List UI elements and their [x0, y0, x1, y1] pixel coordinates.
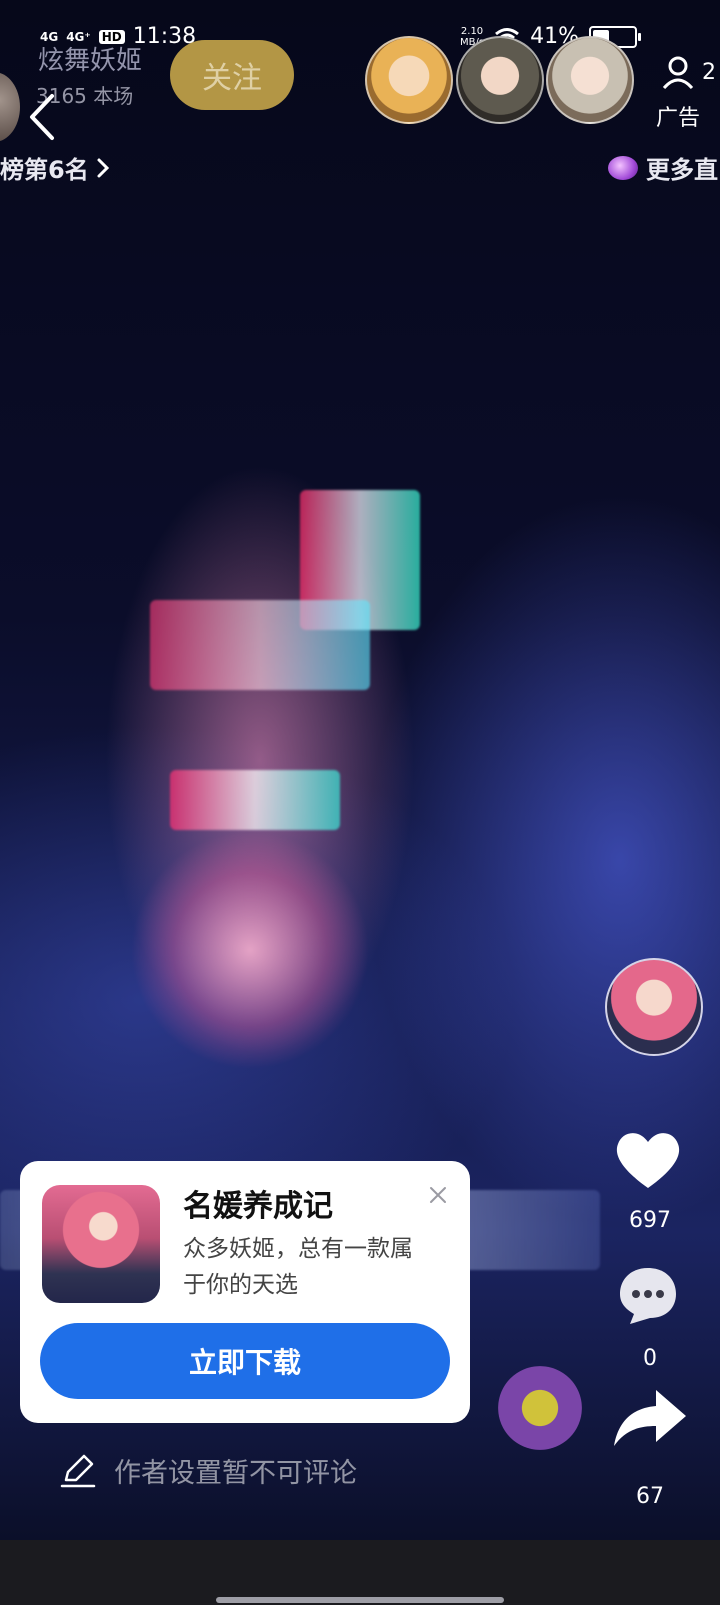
bottom-bar: [0, 1540, 720, 1605]
rank-link[interactable]: 榜第6名: [0, 150, 111, 185]
ad-description: 众多妖姬，总有一款属于你的天选: [183, 1236, 413, 1298]
app-icon[interactable]: [42, 1185, 160, 1303]
audience-avatar-3[interactable]: [546, 36, 634, 124]
audience-avatar-2[interactable]: [456, 36, 544, 124]
ad-label: 广告: [656, 106, 701, 131]
streamer-name[interactable]: 炫舞妖姬: [38, 40, 142, 77]
download-button[interactable]: 立即下载: [40, 1323, 450, 1399]
ad-card[interactable]: 名媛养成记 众多妖姬，总有一款属于你的天选 立即下载: [20, 1161, 470, 1423]
user-icon[interactable]: [660, 54, 696, 90]
gem-icon: [608, 155, 638, 180]
follow-button[interactable]: 关注: [170, 40, 294, 110]
heart-icon[interactable]: [614, 1128, 682, 1190]
more-live-link[interactable]: 更多直: [608, 150, 718, 185]
rank-label: 榜第6名: [0, 156, 89, 184]
close-icon[interactable]: [426, 1183, 450, 1207]
chevron-right-icon: [97, 158, 109, 177]
live-header: 炫舞妖姬 3165 本场 关注 2 广告 榜第6名 更多直: [0, 30, 720, 190]
comment-icon[interactable]: [616, 1264, 680, 1328]
video-glitch-2: [150, 600, 370, 690]
like-count: 697: [629, 1208, 671, 1233]
share-icon[interactable]: [610, 1386, 688, 1450]
comment-disabled-text: 作者设置暂不可评论: [114, 1457, 357, 1489]
online-count: 2: [702, 60, 716, 85]
comment-count: 0: [643, 1346, 657, 1371]
gift-icon[interactable]: [498, 1366, 582, 1450]
back-icon[interactable]: [22, 90, 62, 144]
video-glitch-4: [130, 830, 370, 1070]
audience-avatar-1[interactable]: [365, 36, 453, 124]
pen-icon: [60, 1454, 96, 1488]
home-indicator[interactable]: [216, 1597, 504, 1603]
author-avatar[interactable]: [605, 958, 703, 1056]
video-glitch-3: [170, 770, 340, 830]
comment-bar: 作者设置暂不可评论: [60, 1448, 480, 1492]
streamer-avatar[interactable]: [0, 72, 20, 142]
more-live-label: 更多直: [646, 156, 718, 184]
ad-title: 名媛养成记: [183, 1189, 333, 1224]
share-count: 67: [636, 1484, 664, 1509]
